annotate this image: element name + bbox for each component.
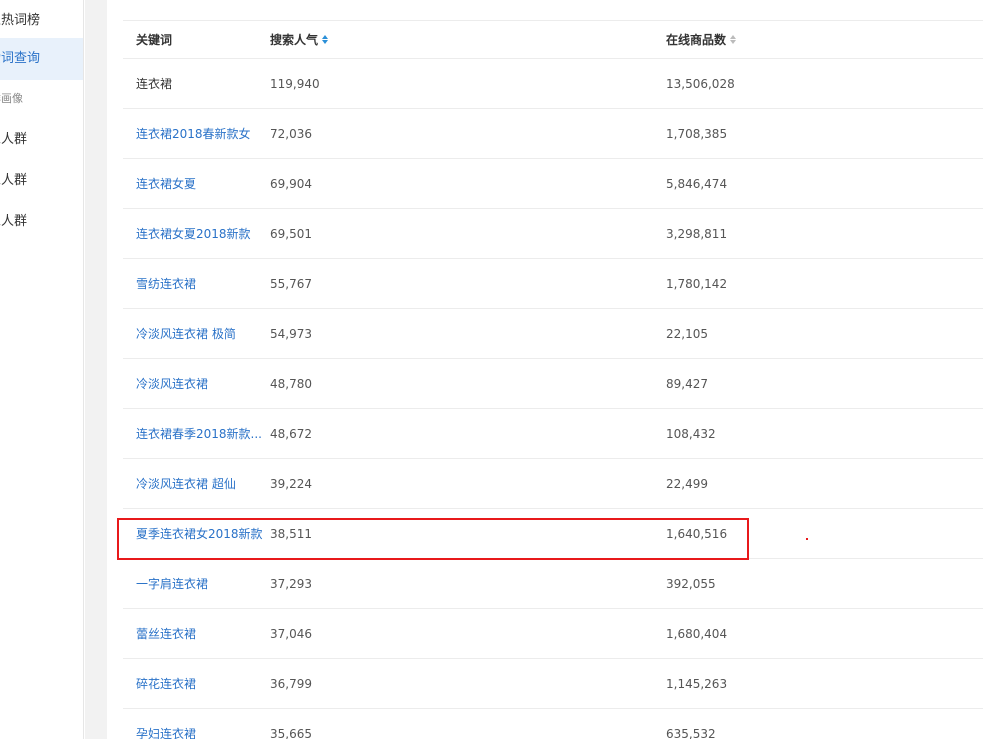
sidebar-item-keyword-query[interactable]: 索词查询	[0, 38, 83, 80]
keyword-link[interactable]: 连衣裙女夏	[136, 159, 264, 208]
sidebar-item-hot-words[interactable]: 业热词榜	[0, 0, 83, 42]
product-count-value: 1,640,516	[666, 526, 728, 541]
popularity-value: 48,780	[270, 376, 312, 391]
table-row: 一字肩连衣裙 37,293 392,055	[123, 559, 983, 609]
table-row: 冷淡风连衣裙 极简 54,973 22,105	[123, 309, 983, 359]
keyword-link[interactable]: 碎花连衣裙	[136, 659, 264, 708]
product-count-value: 89,427	[666, 376, 708, 391]
product-count-value: 22,105	[666, 326, 708, 341]
popularity-value: 69,904	[270, 176, 312, 191]
popularity-value: 37,293	[270, 576, 312, 591]
table-header: 关键词 搜索人气 在线商品数	[123, 21, 983, 59]
keyword-link[interactable]: 蕾丝连衣裙	[136, 609, 264, 658]
product-count-value: 392,055	[666, 576, 716, 591]
popularity-value: 55,767	[270, 276, 312, 291]
keyword-table: 关键词 搜索人气 在线商品数 连衣裙 119,940 13,506,028 连衣裙20…	[123, 20, 983, 739]
popularity-value: 39,224	[270, 476, 312, 491]
table-row: 蕾丝连衣裙 37,046 1,680,404	[123, 609, 983, 659]
table-row: 连衣裙女夏2018新款 69,501 3,298,811	[123, 209, 983, 259]
product-count-value: 1,780,142	[666, 276, 728, 291]
sidebar-item-label: 索词查询	[0, 51, 41, 66]
sidebar-item-label: 家人群	[0, 132, 28, 147]
sidebar-item-crowd-2[interactable]: 家人群	[0, 160, 83, 202]
column-header-products[interactable]: 在线商品数	[666, 21, 886, 58]
popularity-value: 38,511	[270, 526, 312, 541]
keyword-link[interactable]: 孕妇连衣裙	[136, 709, 264, 739]
sidebar-item-label: 家人群	[0, 214, 28, 229]
table-row: 冷淡风连衣裙 超仙 39,224 22,499	[123, 459, 983, 509]
keyword-link[interactable]: 一字肩连衣裙	[136, 559, 264, 608]
column-header-popularity[interactable]: 搜索人气	[270, 21, 390, 58]
sort-icon[interactable]	[730, 35, 737, 44]
sidebar-item-label: 业热词榜	[0, 13, 41, 28]
product-count-value: 635,532	[666, 726, 716, 739]
table-row: 雪纺连衣裙 55,767 1,780,142	[123, 259, 983, 309]
popularity-value: 37,046	[270, 626, 312, 641]
sidebar-subheading-crowd-profile: 群画像	[0, 92, 23, 105]
product-count-value: 13,506,028	[666, 76, 735, 91]
table-row: 连衣裙2018春新款女 72,036 1,708,385	[123, 109, 983, 159]
main-content: 关键词 搜索人气 在线商品数 连衣裙 119,940 13,506,028 连衣裙20…	[107, 0, 983, 739]
popularity-value: 48,672	[270, 426, 312, 441]
popularity-value: 69,501	[270, 226, 312, 241]
sidebar-item-label: 家人群	[0, 173, 28, 188]
sidebar: 业热词榜 索词查询 群画像 家人群 家人群 家人群	[0, 0, 84, 739]
product-count-value: 3,298,811	[666, 226, 728, 241]
popularity-value: 119,940	[270, 76, 320, 91]
table-row: 孕妇连衣裙 35,665 635,532	[123, 709, 983, 739]
product-count-value: 5,846,474	[666, 176, 728, 191]
popularity-value: 35,665	[270, 726, 312, 739]
keyword-link[interactable]: 冷淡风连衣裙 极简	[136, 309, 264, 358]
table-row: 连衣裙春季2018新款... 48,672 108,432	[123, 409, 983, 459]
table-row: 连衣裙 119,940 13,506,028	[123, 59, 983, 109]
table-row: 连衣裙女夏 69,904 5,846,474	[123, 159, 983, 209]
popularity-value: 54,973	[270, 326, 312, 341]
product-count-value: 1,680,404	[666, 626, 728, 641]
keyword-link[interactable]: 连衣裙春季2018新款...	[136, 409, 264, 458]
sidebar-item-crowd-1[interactable]: 家人群	[0, 119, 83, 161]
column-header-keyword: 关键词	[136, 33, 173, 47]
product-count-value: 1,708,385	[666, 126, 728, 141]
product-count-value: 22,499	[666, 476, 708, 491]
product-count-value: 1,145,263	[666, 676, 728, 691]
keyword-link[interactable]: 雪纺连衣裙	[136, 259, 264, 308]
keyword-link[interactable]: 冷淡风连衣裙 超仙	[136, 459, 264, 508]
table-row: 碎花连衣裙 36,799 1,145,263	[123, 659, 983, 709]
keyword-link: 连衣裙	[136, 77, 173, 91]
red-dot-marker	[806, 538, 808, 540]
table-row: 冷淡风连衣裙 48,780 89,427	[123, 359, 983, 409]
table-row: 夏季连衣裙女2018新款 38,511 1,640,516	[123, 509, 983, 559]
popularity-value: 72,036	[270, 126, 312, 141]
keyword-link[interactable]: 冷淡风连衣裙	[136, 359, 264, 408]
sort-icon[interactable]	[322, 35, 329, 44]
popularity-value: 36,799	[270, 676, 312, 691]
content-gutter	[85, 0, 107, 739]
keyword-link[interactable]: 连衣裙女夏2018新款	[136, 209, 264, 258]
sidebar-item-crowd-3[interactable]: 家人群	[0, 201, 83, 243]
product-count-value: 108,432	[666, 426, 716, 441]
keyword-link[interactable]: 连衣裙2018春新款女	[136, 109, 264, 158]
keyword-link[interactable]: 夏季连衣裙女2018新款	[136, 509, 264, 558]
